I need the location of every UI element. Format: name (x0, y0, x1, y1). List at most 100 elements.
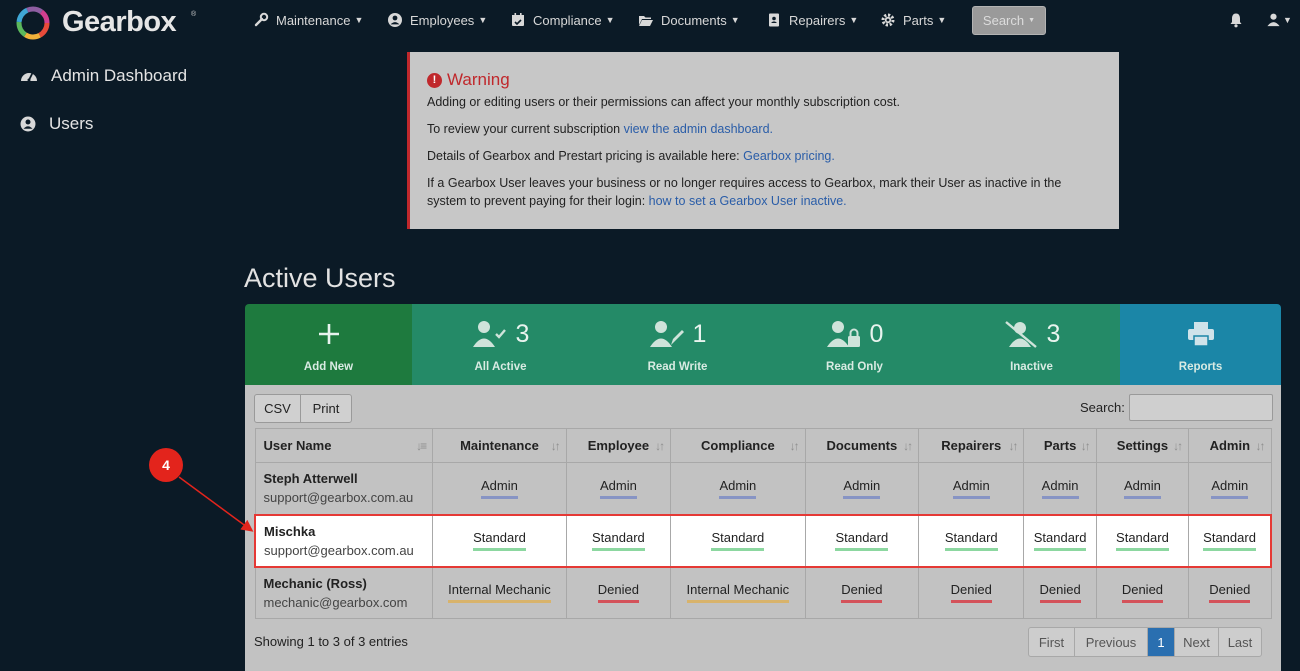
permission-value: Admin (952, 478, 990, 499)
gearbox-logo[interactable]: Gearbox ® (15, 5, 205, 41)
tile-label: Inactive (1010, 361, 1053, 373)
sidebar-item-users[interactable]: Users (20, 114, 93, 134)
pagination-previous[interactable]: Previous (1074, 627, 1148, 657)
permission-value: Admin (1041, 478, 1079, 499)
permission-cell: Admin (804, 462, 920, 515)
permission-value: Admin (599, 478, 637, 499)
warning-line3-text: Details of Gearbox and Prestart pricing … (427, 149, 744, 163)
plus-icon (318, 324, 339, 344)
tile-inactive[interactable]: 3 Inactive (943, 304, 1120, 385)
column-header-label: Maintenance (460, 438, 539, 453)
dashboard-icon (21, 73, 37, 82)
print-button[interactable]: Print (300, 394, 352, 423)
permission-value: Standard (944, 530, 998, 551)
warning-line1-text: Adding or editing users or their permiss… (427, 95, 900, 109)
column-header-documents[interactable]: Documents ↓↑ (804, 428, 920, 463)
tile-label: Add New (303, 361, 354, 373)
sort-icon: ↓↑ (1173, 439, 1183, 453)
pagination-last[interactable]: Last (1218, 627, 1262, 657)
permission-cell: Standard (670, 513, 806, 568)
user-email: support@gearbox.com.au (263, 490, 414, 506)
permission-value: Standard (1116, 530, 1169, 551)
column-header-compliance[interactable]: Compliance ↓↑ (670, 428, 806, 463)
gearbox-pricing-link[interactable]: Gearbox pricing. (743, 149, 835, 163)
pagination-page-1[interactable]: 1 (1147, 627, 1175, 657)
column-header-label: Settings (1116, 438, 1169, 453)
wrench-icon (254, 12, 269, 27)
nav-compliance-label: Compliance (533, 12, 602, 28)
column-header-label: Compliance (701, 438, 775, 453)
permission-value: Standard (473, 530, 526, 551)
address-book-icon (769, 13, 779, 27)
permission-value: Admin (719, 478, 757, 499)
calendar-check-icon (512, 13, 524, 26)
tile-count: 3 (1046, 319, 1061, 348)
sidebar-item-admin-dashboard[interactable]: Admin Dashboard (20, 66, 187, 86)
nav-documents-label: Documents (661, 12, 727, 28)
nav-employees[interactable]: Employees ▼ (387, 12, 487, 28)
column-header-employee[interactable]: Employee ↓↑ (565, 428, 672, 463)
permission-cell: Standard (432, 513, 567, 568)
chevron-down-icon: ▼ (849, 15, 859, 25)
pagination-next[interactable]: Next (1174, 627, 1219, 657)
nav-compliance[interactable]: Compliance ▼ (510, 12, 615, 28)
table-row-highlighted[interactable]: Mischka support@gearbox.com.au Standard S… (254, 513, 1273, 568)
permission-value: Denied (597, 582, 639, 604)
user-cell[interactable]: Steph Atterwell support@gearbox.com.au (254, 462, 434, 515)
table-entries-info: Showing 1 to 3 of 3 entries (254, 634, 408, 649)
top-navbar: Gearbox ® Maintenance ▼ Employees ▼ Comp… (0, 0, 1300, 44)
user-icon (1267, 13, 1280, 27)
bell-icon[interactable] (1228, 12, 1244, 28)
export-buttons: CSV Print (254, 394, 352, 423)
user-cell[interactable]: Mischka support@gearbox.com.au (254, 513, 434, 568)
tile-read-only[interactable]: 0 Read Only (766, 304, 943, 385)
inactive-howto-link[interactable]: how to set a Gearbox User inactive. (649, 194, 847, 208)
nav-documents[interactable]: Documents ▼ (638, 12, 740, 28)
permission-cell: Admin (1095, 462, 1190, 515)
tile-label: All Active (474, 361, 527, 373)
warning-line2-text: To review your current subscription (427, 122, 624, 136)
nav-repairers[interactable]: Repairers ▼ (766, 12, 858, 28)
nav-employees-label: Employees (410, 12, 475, 28)
pagination-first[interactable]: First (1028, 627, 1075, 657)
column-header-maintenance[interactable]: Maintenance ↓↑ (432, 428, 567, 463)
nav-search-label: Search (982, 13, 1025, 28)
tile-reports[interactable]: Reports (1120, 304, 1281, 385)
sort-desc-icon: ↓≡ (416, 439, 427, 453)
permission-value: Denied (1121, 582, 1164, 604)
column-header-repairers[interactable]: Repairers ↓↑ (918, 428, 1025, 463)
column-header-user-name[interactable]: User Name ↓≡ (254, 428, 434, 463)
table-search-input[interactable] (1129, 394, 1273, 421)
column-header-label: Employee (587, 438, 650, 453)
warning-title: ! Warning (427, 71, 1101, 89)
tile-add-new[interactable]: Add New (245, 304, 412, 385)
user-email: mechanic@gearbox.com (263, 594, 408, 610)
nav-search-button[interactable]: Search ▼ (972, 6, 1046, 35)
user-email: support@gearbox.com.au (264, 542, 414, 558)
chevron-down-icon: ▼ (605, 15, 615, 25)
tile-count: 1 (692, 319, 707, 348)
column-header-admin[interactable]: Admin ↓↑ (1188, 428, 1272, 463)
nav-maintenance[interactable]: Maintenance ▼ (253, 12, 363, 28)
sort-icon: ↓↑ (903, 439, 913, 453)
permission-value: Admin (481, 478, 518, 499)
table-row[interactable]: Steph Atterwell support@gearbox.com.au Ad… (254, 462, 1272, 515)
user-menu[interactable]: ▼ (1266, 12, 1292, 27)
tile-read-write[interactable]: 1 Read Write (589, 304, 766, 385)
csv-button[interactable]: CSV (254, 394, 301, 423)
warning-line-pricing: Details of Gearbox and Prestart pricing … (427, 147, 1101, 165)
column-header-settings[interactable]: Settings ↓↑ (1095, 428, 1190, 463)
table-row[interactable]: Mechanic (Ross) mechanic@gearbox.com Inte… (254, 566, 1272, 619)
permission-cell: Denied (565, 566, 672, 619)
tile-all-active[interactable]: 3 All Active (412, 304, 589, 385)
pagination: First Previous 1 Next Last (1028, 627, 1262, 657)
permission-cell: Admin (918, 462, 1025, 515)
admin-dashboard-link[interactable]: view the admin dashboard. (624, 122, 773, 136)
column-header-parts[interactable]: Parts ↓↑ (1023, 428, 1097, 463)
sort-icon: ↓↑ (550, 439, 561, 453)
chevron-down-icon: ▼ (730, 15, 740, 25)
printer-icon (1187, 322, 1214, 347)
nav-parts[interactable]: Parts ▼ (880, 12, 946, 28)
warning-line-subscription-cost: Adding or editing users or their permiss… (427, 93, 1101, 111)
user-cell[interactable]: Mechanic (Ross) mechanic@gearbox.com (254, 566, 434, 619)
